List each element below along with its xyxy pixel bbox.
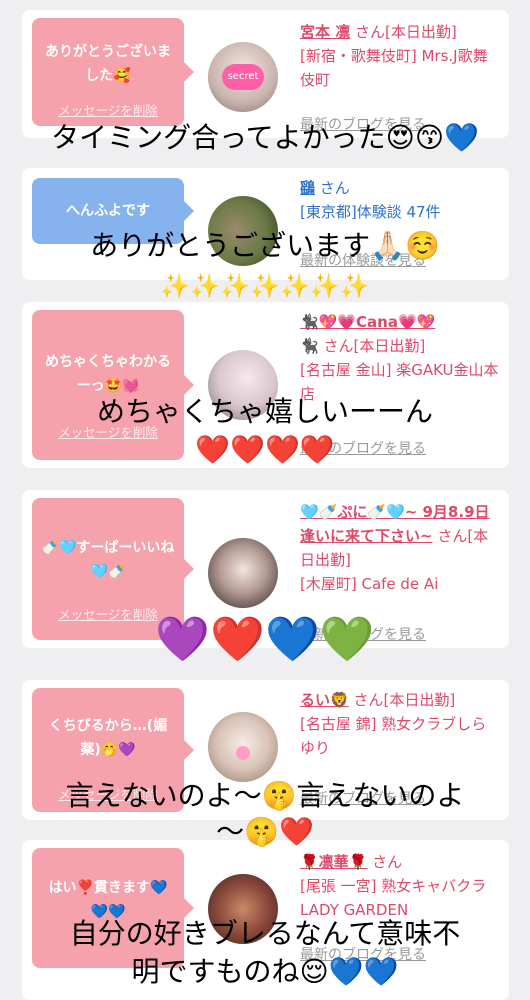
delete-message-link[interactable]: メッセージを削除 [32,100,184,119]
cast-status: さん [319,179,350,197]
cast-status: さん [372,853,403,871]
avatar[interactable] [208,538,278,608]
card-1: ありがとうございました🥰 メッセージを削除 secret 宮本 凛 さん[本日出… [22,10,509,138]
caption-4b: 〜🤫❤️ [216,815,314,848]
message-bubble: ありがとうございました🥰 メッセージを削除 [32,18,194,126]
caption-5a: 自分の好きブレるなんて意味不 [69,917,461,950]
cast-info: 🐈‍⬛💖💗Cana💗💖 🐈‍⬛ さん[本日出勤] [名古屋 金山] 楽GAKU金… [300,310,500,406]
cast-name-link[interactable]: るい🦁 [300,691,349,709]
shop-name: [尾張 一宮] 熟女キャバクラ LADY GARDEN [300,877,487,919]
cast-name-link[interactable]: 🐈‍⬛💖💗Cana💗💖 [300,313,435,331]
caption-1: タイミング合ってよかった😍😙💙 [51,121,479,154]
cast-status: さん[本日出勤] [355,23,457,41]
shop-name: [木屋町] Cafe de Ai [300,575,439,593]
cast-info: 🌹凛華🌹 さん [尾張 一宮] 熟女キャバクラ LADY GARDEN [300,850,500,922]
caption-5b: 明ですものね😌💙💙 [131,955,399,988]
cast-name-link[interactable]: 鷂 [300,179,315,197]
cast-info: 鷂 さん [東京都]体験談 47件 [300,176,500,224]
avatar[interactable] [208,712,278,782]
message-text: ありがとうございました🥰 [45,44,171,84]
caption-hearts-color: 💜❤️💙💚 [155,614,375,665]
caption-2: ありがとうございます🙏🏻☺️ [90,229,440,262]
cast-info: 宮本 凛 さん[本日出勤] [新宿・歌舞伎町] Mrs.J歌舞伎町 [300,20,500,92]
caption-sparkles: ✨✨✨✨✨✨✨ [160,272,370,300]
message-text: くちびるから…(媚薬)🤭💜 [48,718,168,758]
secret-heart-icon: secret [222,64,264,90]
cast-info: るい🦁 さん[本日出勤] [名古屋 錦] 熟女クラブしらゆり [300,688,500,760]
shop-name: [名古屋 錦] 熟女クラブしらゆり [300,715,487,757]
cat-icon: 🐈‍⬛ [300,337,319,355]
cast-name-link[interactable]: 🌹凛華🌹 [300,853,367,871]
avatar[interactable]: secret [208,42,278,112]
caption-4a: 言えないのよ〜🤫言えないのよ [65,779,465,812]
cast-status: さん[本日出勤] [323,337,426,355]
shop-name: [新宿・歌舞伎町] Mrs.J歌舞伎町 [300,47,488,89]
avatar-label: secret [227,71,259,82]
message-text: めちゃくちゃわかるーっ🤩💓 [45,354,171,394]
message-text: 🍼🩵すーぱーいいね🩵🍼 [41,540,175,580]
cast-name-link[interactable]: 宮本 凛 [300,23,350,41]
caption-hearts-red: ❤️❤️❤️❤️ [195,433,335,466]
shop-name: [東京都]体験談 47件 [300,203,441,221]
cast-status: さん[本日出勤] [353,691,456,709]
pink-gum-icon [236,746,250,760]
cast-info: 🩵🍼ぷに🍼🩵~ 9月8.9日逢いに来て下さい~ さん[本日出勤] [木屋町] C… [300,500,500,596]
caption-3: めちゃくちゃ嬉しいーーん [96,395,433,428]
message-text: へんふよです [66,203,150,219]
